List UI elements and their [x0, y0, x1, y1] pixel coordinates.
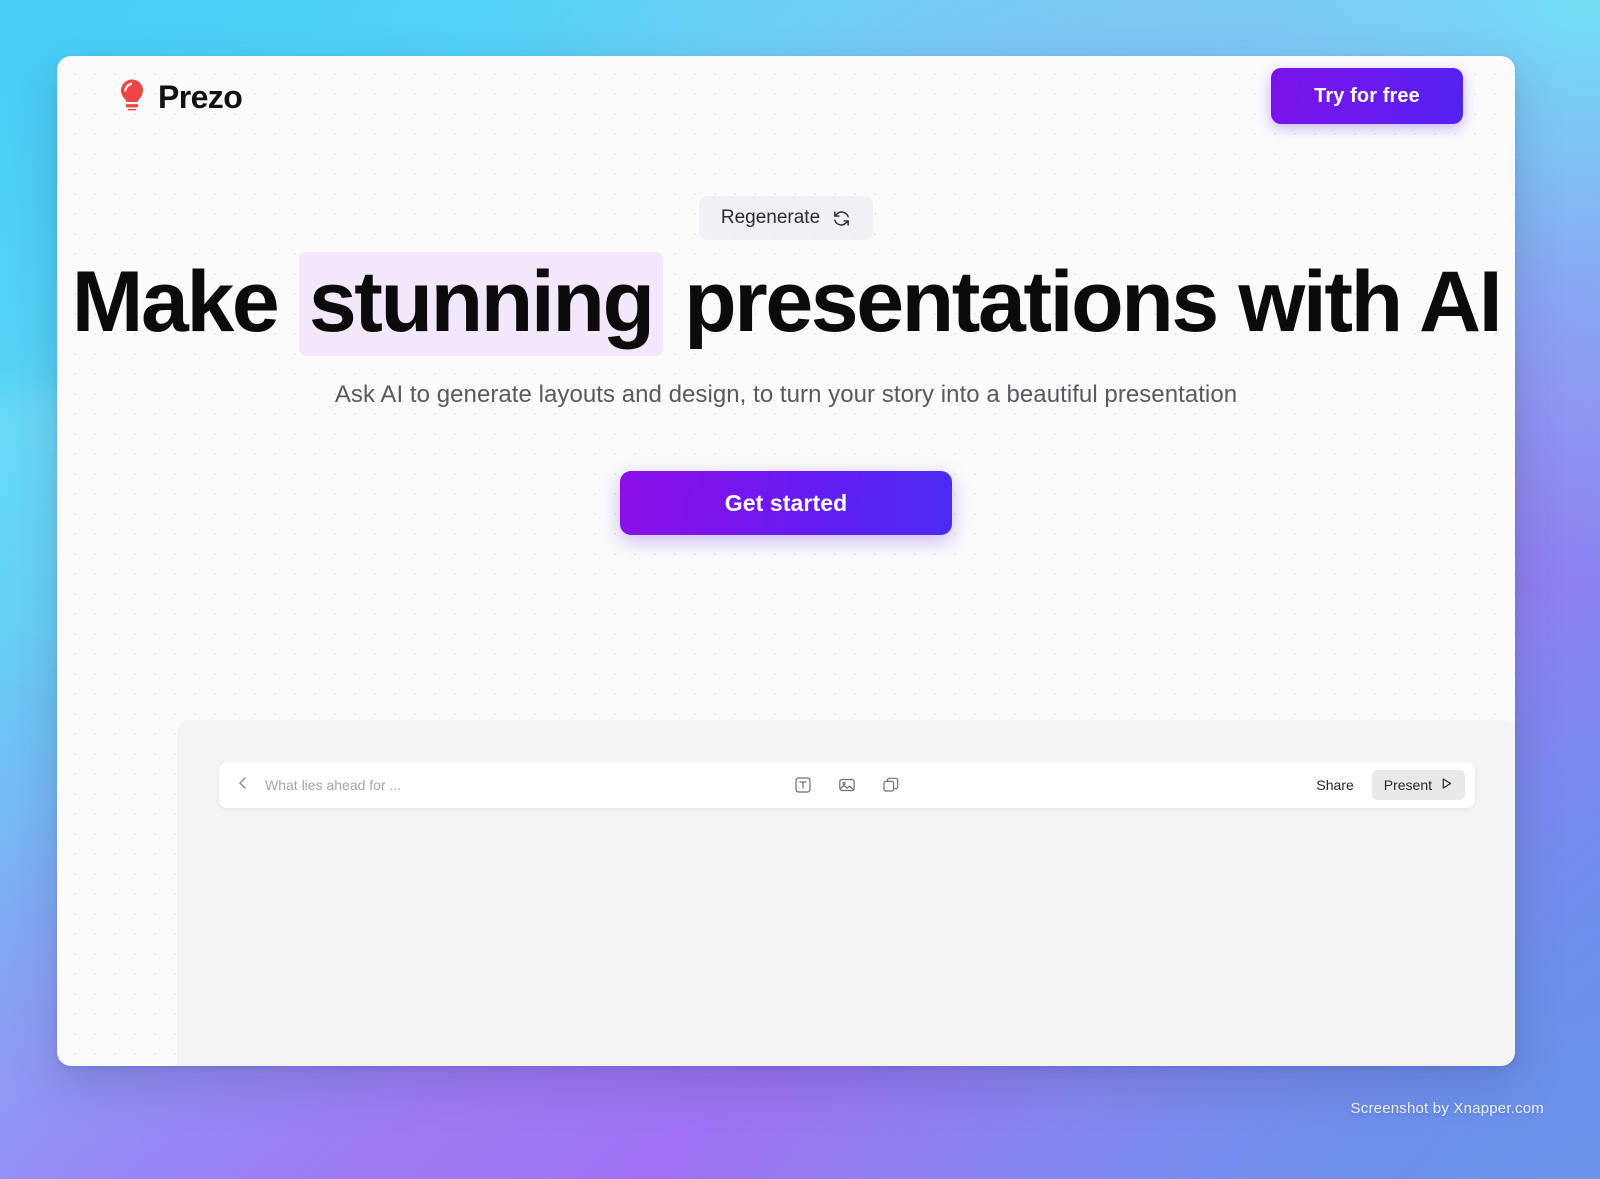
share-button[interactable]: Share	[1302, 770, 1367, 800]
regenerate-button[interactable]: Regenerate	[698, 196, 874, 240]
shape-tool-icon[interactable]	[880, 774, 902, 796]
present-button[interactable]: Present	[1371, 770, 1465, 800]
app-window: Prezo Try for free Regenerate Make stunn…	[57, 56, 1515, 1066]
lightbulb-icon	[117, 78, 147, 117]
toolbar-right-group: Share Present	[1302, 770, 1475, 800]
hero-section: Regenerate Make stunning presentations w…	[57, 196, 1515, 536]
present-label: Present	[1383, 777, 1432, 793]
top-navigation-bar: Prezo Try for free	[57, 56, 1515, 166]
headline-highlight: stunning	[298, 252, 663, 356]
toolbar-tool-group	[792, 774, 902, 796]
page-title: Make stunning presentations with AI	[57, 252, 1515, 356]
hero-subtitle: Ask AI to generate layouts and design, t…	[334, 381, 1238, 409]
try-for-free-button[interactable]: Try for free	[1271, 68, 1463, 124]
regenerate-label: Regenerate	[720, 207, 821, 228]
toolbar-left-group: What lies ahead for ...	[219, 775, 401, 796]
watermark: Screenshot by Xnapper.com	[1350, 1100, 1544, 1117]
refresh-icon	[832, 209, 851, 228]
headline-part-two: presentations with AI	[662, 254, 1502, 350]
editor-preview-panel: What lies ahead for ... Share Present	[177, 720, 1515, 1066]
document-title[interactable]: What lies ahead for ...	[265, 777, 401, 793]
text-tool-icon[interactable]	[792, 774, 814, 796]
play-icon	[1440, 777, 1453, 793]
brand-logo[interactable]: Prezo	[117, 78, 243, 117]
image-tool-icon[interactable]	[836, 774, 858, 796]
chevron-left-icon[interactable]	[235, 775, 251, 796]
headline-part-one: Make	[71, 254, 299, 350]
brand-name: Prezo	[158, 79, 243, 115]
editor-toolbar: What lies ahead for ... Share Present	[219, 762, 1475, 808]
get-started-button[interactable]: Get started	[620, 471, 952, 536]
